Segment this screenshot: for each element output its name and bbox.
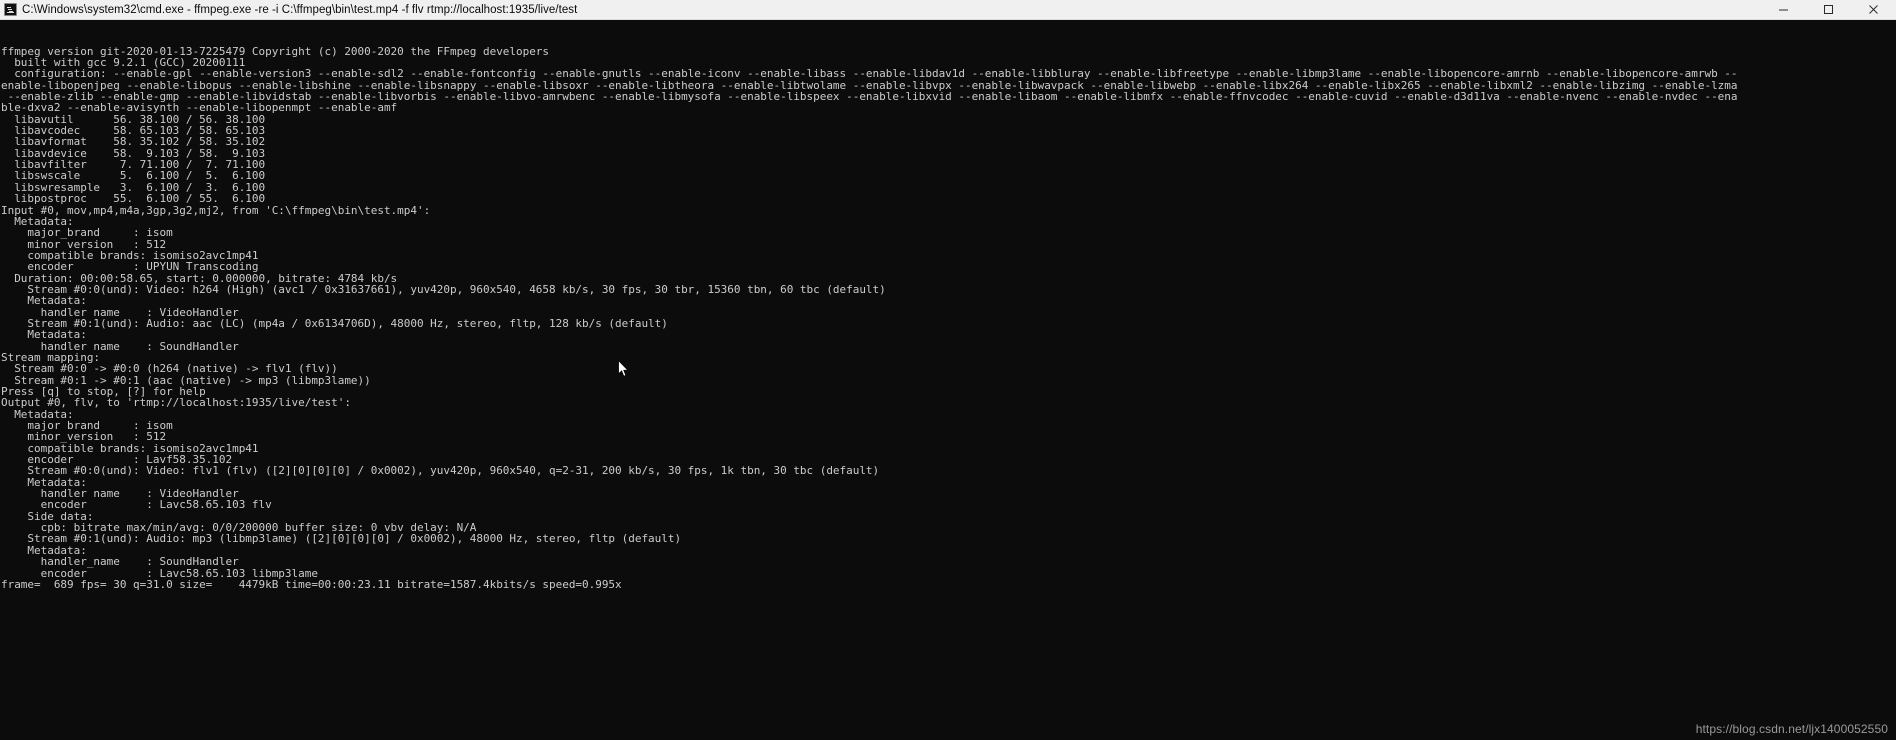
console-line: configuration: --enable-gpl --enable-ver… [1, 68, 1738, 80]
console-line: handler_name : VideoHandler [1, 488, 239, 500]
console-line: Input #0, mov,mp4,m4a,3gp,3g2,mj2, from … [1, 204, 431, 216]
console-line: Press [q] to stop, [?] for help [1, 386, 206, 398]
minimize-button[interactable] [1761, 0, 1806, 19]
console-line: libpostproc 55. 6.100 / 55. 6.100 [1, 193, 266, 205]
console-line: encoder : UPYUN Transcoding [1, 261, 259, 273]
console-line: major_brand : isom [1, 227, 173, 239]
console-output[interactable]: ffmpeg version git-2020-01-13-7225479 Co… [0, 20, 1896, 740]
console-line: libswscale 5. 6.100 / 5. 6.100 [1, 170, 266, 182]
console-line: Stream #0:1 -> #0:1 (aac (native) -> mp3… [1, 374, 371, 386]
console-line: encoder : Lavc58.65.103 flv [1, 499, 272, 511]
console-line: libavfilter 7. 71.100 / 7. 71.100 [1, 159, 266, 171]
console-line: Duration: 00:00:58.65, start: 0.000000, … [1, 272, 398, 284]
window-controls [1761, 0, 1896, 19]
console-line: libswresample 3. 6.100 / 3. 6.100 [1, 181, 266, 194]
console-line: minor_version : 512 [1, 431, 167, 443]
console-window: C:\Windows\system32\cmd.exe - ffmpeg.exe… [0, 0, 1896, 740]
console-line: Metadata: [1, 329, 87, 341]
console-line: frame= 689 fps= 30 q=31.0 size= 4479kB t… [1, 578, 622, 591]
console-line: Stream #0:0(und): Video: flv1 (flv) ([2]… [1, 465, 880, 477]
console-line: libavutil 56. 38.100 / 56. 38.100 [1, 113, 266, 126]
console-line: handler_name : SoundHandler [1, 556, 239, 568]
console-line: Metadata: [1, 476, 87, 489]
console-line: Output #0, flv, to 'rtmp://localhost:193… [1, 397, 351, 409]
console-line: handler_name : SoundHandler [1, 340, 239, 352]
console-line: encoder : Lavf58.35.102 [1, 454, 233, 466]
console-line: handler_name : VideoHandler [1, 306, 239, 318]
console-line: Stream #0:1(und): Audio: mp3 (libmp3lame… [1, 533, 682, 545]
console-icon [4, 3, 17, 16]
console-line: Stream #0:0 -> #0:0 (h264 (native) -> fl… [1, 363, 338, 375]
maximize-button[interactable] [1806, 0, 1851, 19]
console-line: Stream #0:0(und): Video: h264 (High) (av… [1, 283, 886, 296]
window-title: C:\Windows\system32\cmd.exe - ffmpeg.exe… [22, 3, 578, 16]
console-line: major_brand : isom [1, 420, 173, 432]
console-line: Metadata: [1, 544, 87, 557]
console-line: compatible_brands: isomiso2avc1mp41 [1, 442, 259, 455]
console-line: Stream #0:1(und): Audio: aac (LC) (mp4a … [1, 317, 668, 330]
console-line: Metadata: [1, 215, 74, 228]
console-line: Metadata: [1, 408, 74, 421]
console-line: enable-libopenjpeg --enable-libopus --en… [1, 79, 1738, 92]
console-line: libavformat 58. 35.102 / 58. 35.102 [1, 136, 266, 148]
console-line: ble-dxva2 --enable-avisynth --enable-lib… [1, 102, 398, 114]
console-line: --enable-zlib --enable-gmp --enable-libv… [1, 91, 1738, 103]
console-line: libavdevice 58. 9.103 / 58. 9.103 [1, 147, 266, 160]
console-line: compatible_brands: isomiso2avc1mp41 [1, 249, 259, 262]
watermark: https://blog.csdn.net/ljx1400052550 [1695, 722, 1888, 736]
console-line: cpb: bitrate max/min/avg: 0/0/200000 buf… [1, 522, 477, 534]
close-button[interactable] [1851, 0, 1896, 19]
console-line: ffmpeg version git-2020-01-13-7225479 Co… [1, 45, 550, 58]
console-line: encoder : Lavc58.65.103 libmp3lame [1, 567, 318, 579]
console-line: libavcodec 58. 65.103 / 58. 65.103 [1, 125, 266, 137]
console-line: built with gcc 9.2.1 (GCC) 20200111 [1, 57, 246, 69]
console-line: Side data: [1, 510, 94, 523]
console-line: Metadata: [1, 295, 87, 307]
console-line: minor_version : 512 [1, 238, 167, 250]
console-line: Stream mapping: [1, 351, 101, 364]
title-bar[interactable]: C:\Windows\system32\cmd.exe - ffmpeg.exe… [0, 0, 1896, 20]
